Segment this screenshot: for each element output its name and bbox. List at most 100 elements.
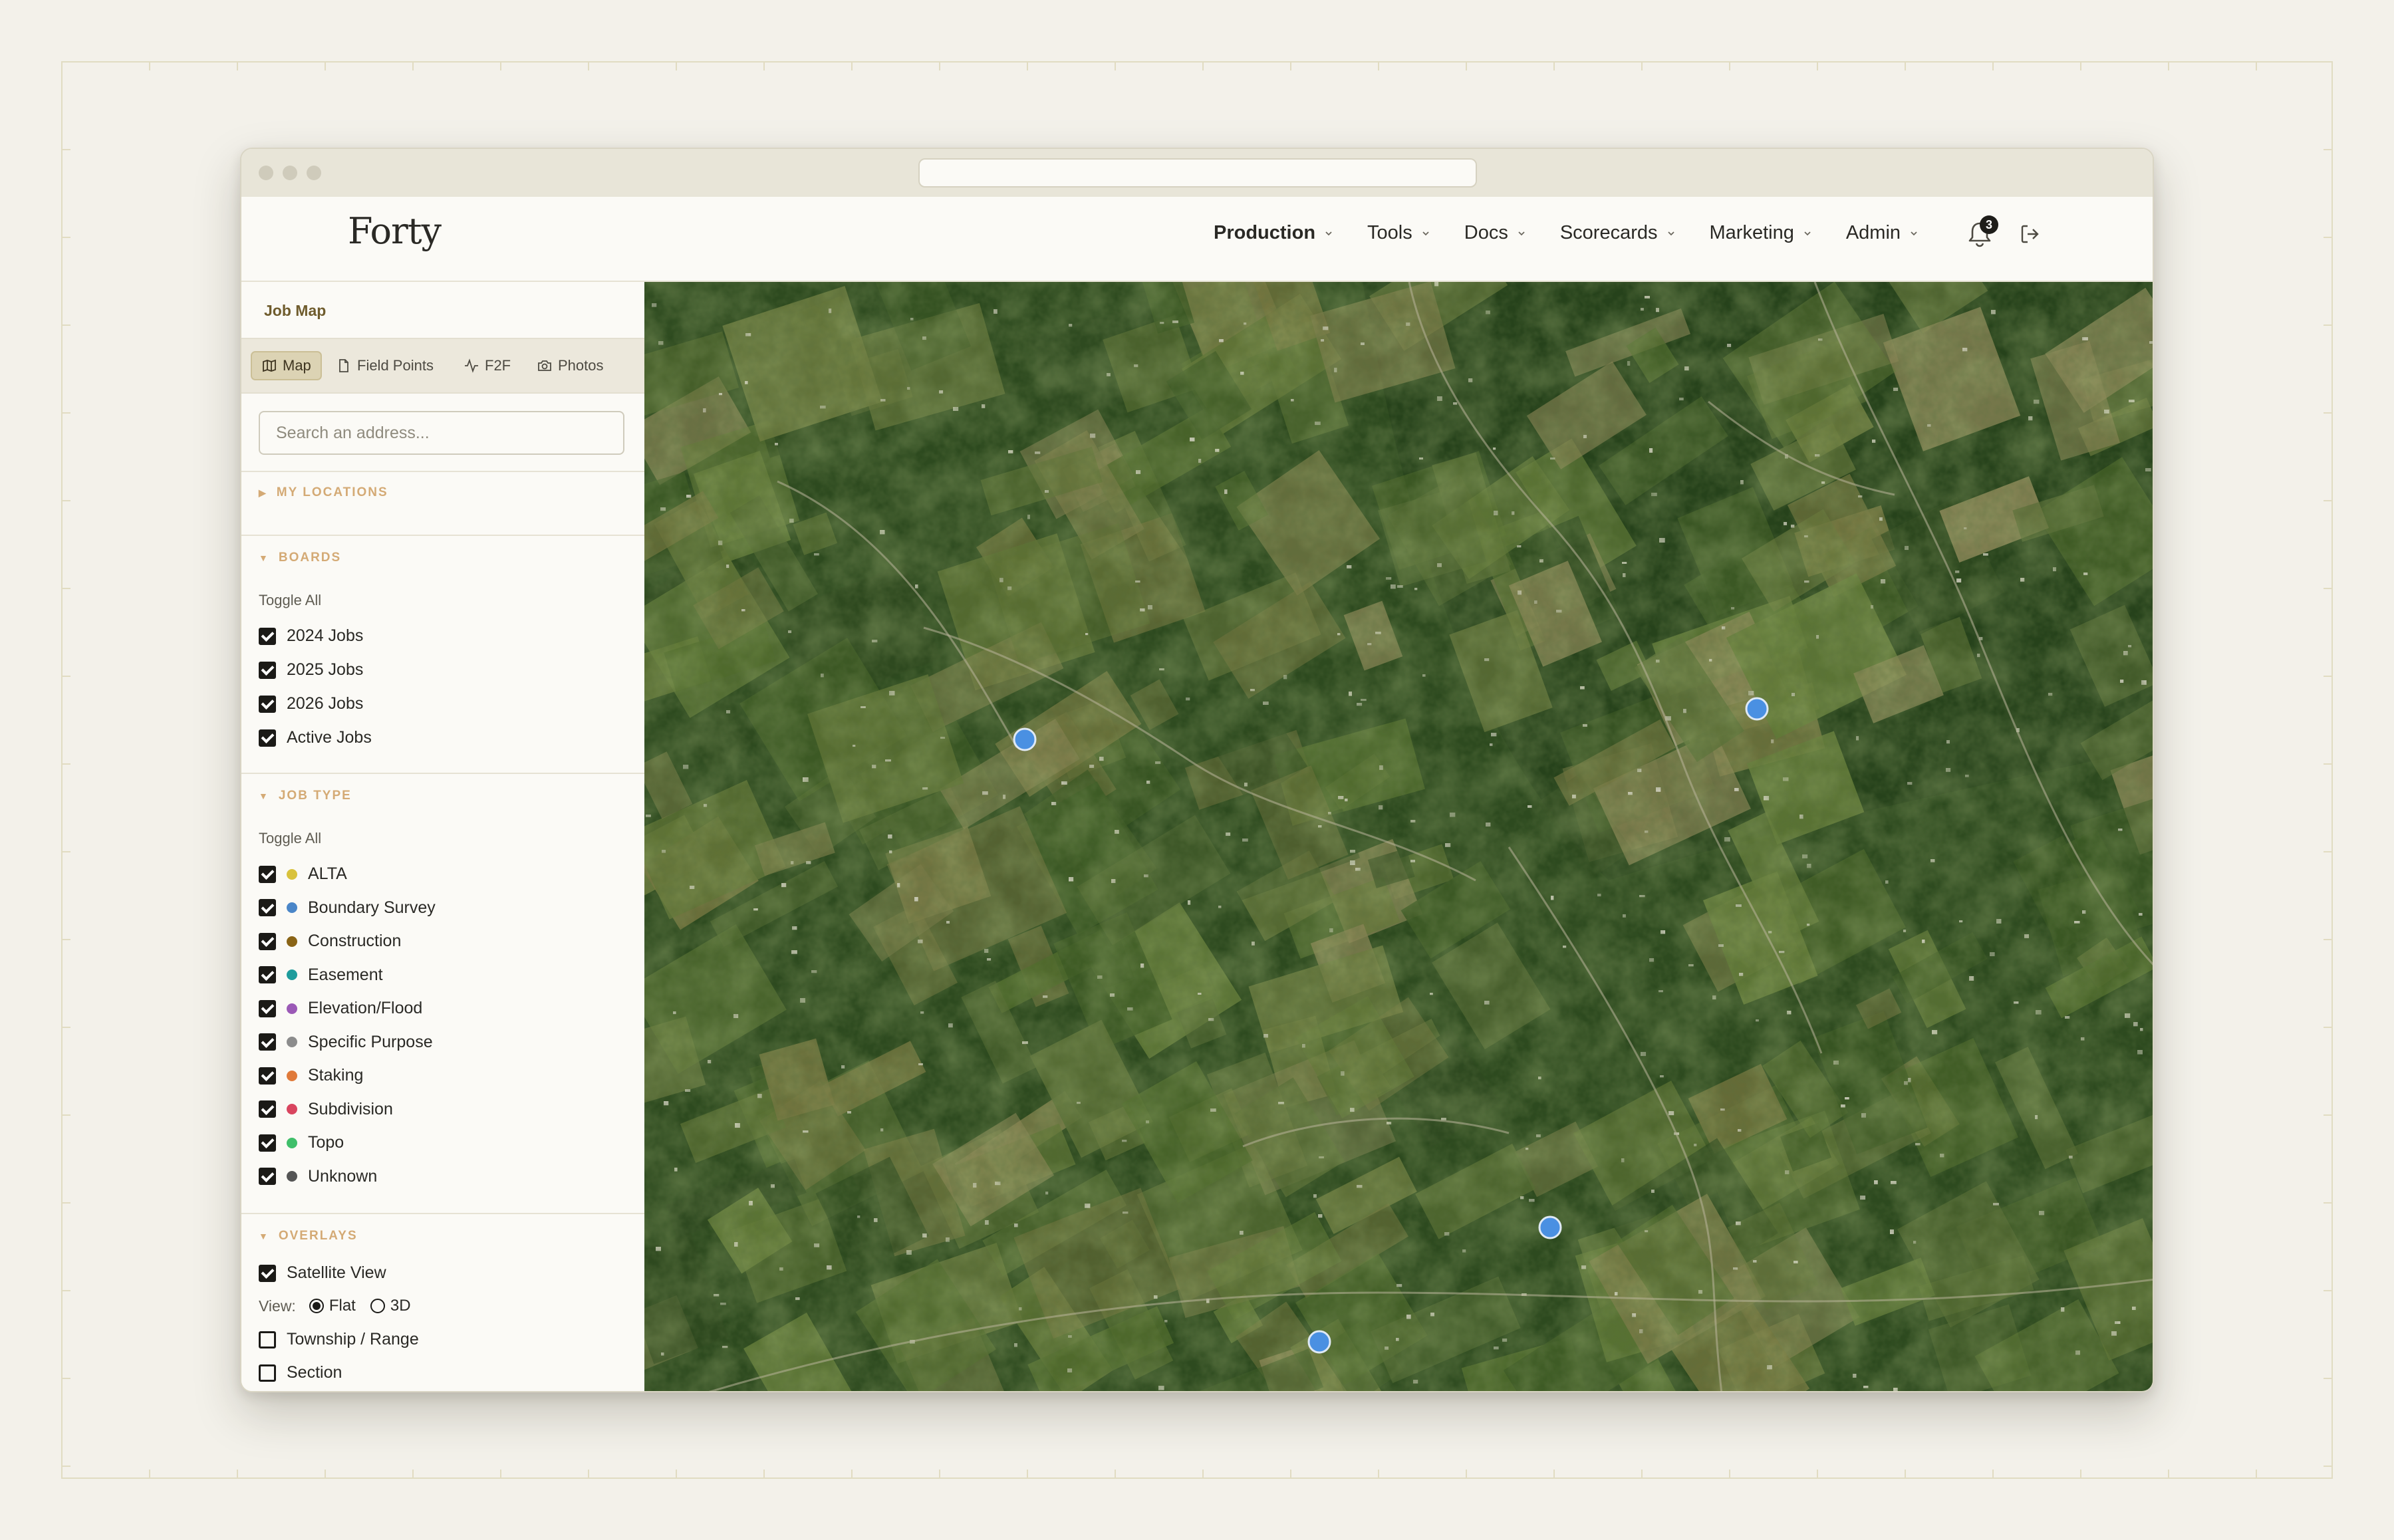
address-search-input[interactable] (259, 411, 624, 455)
tab-field-points[interactable]: Field Points (327, 351, 443, 380)
tab-photos-label: Photos (558, 357, 604, 374)
board-item[interactable]: 2025 Jobs (259, 660, 363, 680)
boards-toggle-all[interactable]: Toggle All (259, 592, 321, 609)
divider (241, 1213, 644, 1214)
satellite-imagery[interactable] (644, 282, 2153, 1391)
board-checkbox[interactable] (259, 729, 276, 747)
frame-tick (2324, 1378, 2333, 1379)
job-type-item[interactable]: Elevation/Flood (259, 999, 422, 1018)
nav-scorecards-label: Scorecards (1559, 222, 1658, 243)
job-type-label: Elevation/Flood (308, 999, 423, 1017)
page-title: Job Map (264, 302, 327, 319)
view-mode-label: View: (259, 1297, 296, 1315)
job-type-checkbox[interactable] (259, 932, 276, 950)
section-job-type-label: JOB TYPE (278, 789, 352, 803)
job-type-checkbox[interactable] (259, 1067, 276, 1085)
nav-production[interactable]: Production (1214, 222, 1334, 244)
nav-tools[interactable]: Tools (1367, 222, 1431, 244)
job-marker-pin[interactable] (1745, 697, 1769, 721)
frame-tick (61, 1378, 70, 1379)
job-marker-pin[interactable] (1538, 1216, 1562, 1239)
frame-tick (61, 676, 70, 677)
township-range-checkbox[interactable] (259, 1331, 276, 1348)
nav-docs[interactable]: Docs (1464, 222, 1527, 244)
section-boards[interactable]: ▼ BOARDS (259, 551, 341, 565)
overlay-township-range[interactable]: Township / Range (259, 1330, 419, 1349)
board-checkbox[interactable] (259, 695, 276, 713)
app-logo[interactable]: Forty (348, 210, 442, 252)
job-type-item[interactable]: Staking (259, 1066, 363, 1085)
job-type-item[interactable]: Construction (259, 932, 401, 951)
view-3d-radio[interactable] (370, 1299, 385, 1313)
tab-f2f[interactable]: F2F (454, 351, 520, 380)
nav-marketing[interactable]: Marketing (1710, 222, 1813, 244)
frame-tick (1290, 1470, 1291, 1479)
frame-tick (61, 412, 70, 414)
job-type-item[interactable]: Easement (259, 965, 383, 985)
frame-tick (2324, 1290, 2333, 1291)
section-my-locations[interactable]: ▶ MY LOCATIONS (259, 485, 388, 500)
job-type-checkbox[interactable] (259, 966, 276, 983)
caret-down-icon: ▼ (259, 553, 269, 563)
board-item[interactable]: 2024 Jobs (259, 626, 363, 646)
frame-tick (851, 61, 853, 70)
board-item[interactable]: 2026 Jobs (259, 694, 363, 713)
satellite-map[interactable] (644, 282, 2153, 1391)
view-flat-radio[interactable] (309, 1299, 324, 1313)
activity-icon (465, 358, 478, 373)
divider (241, 535, 644, 536)
board-checkbox[interactable] (259, 627, 276, 645)
job-type-checkbox[interactable] (259, 999, 276, 1017)
frame-tick (149, 1470, 150, 1479)
satellite-view-checkbox[interactable] (259, 1264, 276, 1282)
job-type-item[interactable]: Unknown (259, 1167, 377, 1186)
job-type-checkbox[interactable] (259, 865, 276, 883)
job-marker-pin[interactable] (1013, 727, 1037, 751)
notification-badge: 3 (1980, 215, 1998, 234)
board-item[interactable]: Active Jobs (259, 728, 372, 747)
job-type-item[interactable]: ALTA (259, 864, 347, 884)
address-bar[interactable] (918, 158, 1477, 188)
job-type-item[interactable]: Specific Purpose (259, 1033, 433, 1052)
frame-tick (2324, 149, 2333, 150)
frame-tick (2324, 500, 2333, 501)
section-overlays[interactable]: ▼ OVERLAYS (259, 1229, 358, 1243)
logout-icon[interactable] (2018, 222, 2042, 246)
frame-tick (2324, 1114, 2333, 1116)
board-checkbox[interactable] (259, 661, 276, 679)
frame-tick (939, 61, 940, 70)
view-flat-label: Flat (329, 1297, 356, 1315)
window-close-dot[interactable] (259, 166, 273, 180)
overlay-section[interactable]: Section (259, 1363, 342, 1382)
file-icon (339, 359, 348, 372)
job-marker-pin[interactable] (1307, 1330, 1331, 1354)
job-type-checkbox[interactable] (259, 1134, 276, 1152)
overlay-satellite-view[interactable]: Satellite View (259, 1263, 386, 1283)
frame-tick (61, 763, 70, 765)
job-type-toggle-all[interactable]: Toggle All (259, 830, 321, 847)
chevron-down-icon (1667, 231, 1674, 235)
tab-photos[interactable]: Photos (527, 351, 613, 380)
map-texture-fine (644, 282, 2153, 1391)
camera-icon (538, 360, 551, 371)
section-checkbox[interactable] (259, 1364, 276, 1382)
job-type-checkbox[interactable] (259, 1100, 276, 1118)
window-minimize-dot[interactable] (283, 166, 297, 180)
job-type-item[interactable]: Topo (259, 1133, 344, 1152)
section-job-type[interactable]: ▼ JOB TYPE (259, 789, 352, 803)
chevron-down-icon (1518, 231, 1525, 235)
frame-tick (851, 1470, 853, 1479)
nav-admin[interactable]: Admin (1846, 222, 1919, 244)
job-type-checkbox[interactable] (259, 899, 276, 916)
frame-tick (1115, 61, 1116, 70)
job-type-item[interactable]: Boundary Survey (259, 898, 436, 918)
job-type-checkbox[interactable] (259, 1033, 276, 1051)
job-type-item[interactable]: Subdivision (259, 1100, 393, 1119)
section-boards-label: BOARDS (278, 551, 342, 565)
nav-scorecards[interactable]: Scorecards (1560, 222, 1676, 244)
window-maximize-dot[interactable] (307, 166, 321, 180)
frame-tick (2324, 939, 2333, 940)
frame-tick (61, 1114, 70, 1116)
job-type-checkbox[interactable] (259, 1168, 276, 1185)
tab-map[interactable]: Map (251, 351, 322, 380)
